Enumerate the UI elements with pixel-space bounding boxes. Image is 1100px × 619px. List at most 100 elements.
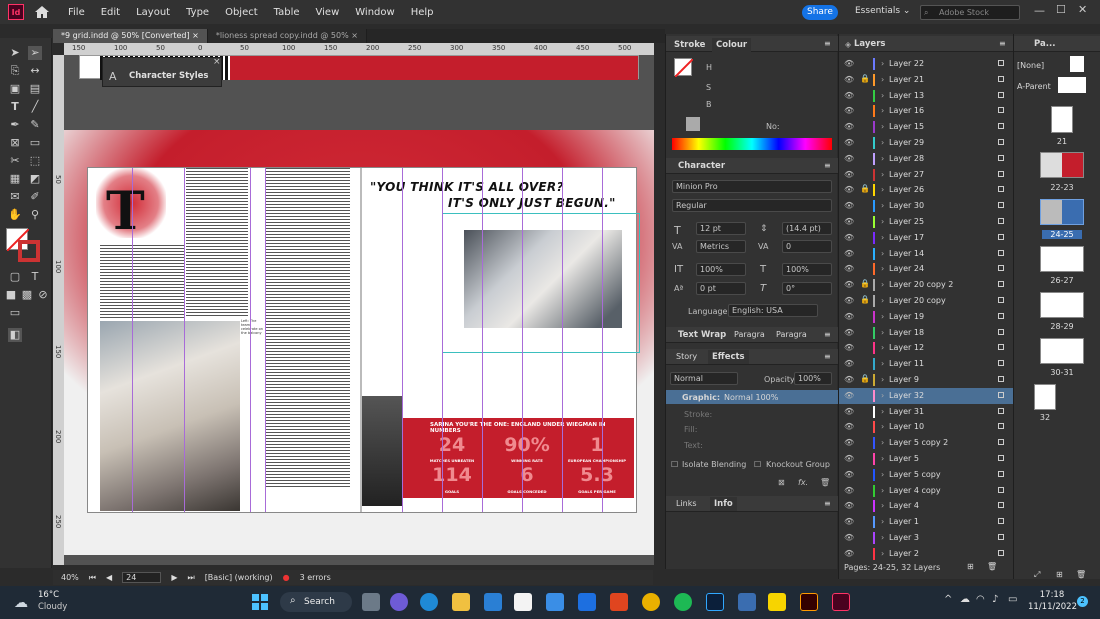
rectangle-frame-tool-icon[interactable]: ⊠ xyxy=(8,136,22,150)
left-page[interactable]: T Left: The team celebrate on the balcon… xyxy=(88,168,360,512)
tab-effects[interactable]: Effects xyxy=(708,350,749,364)
eye-icon[interactable]: 👁 xyxy=(844,359,854,368)
menu-help[interactable]: Help xyxy=(403,7,442,18)
menu-type[interactable]: Type xyxy=(178,7,217,18)
minimize-icon[interactable]: — xyxy=(1034,4,1045,17)
layer-target-square[interactable] xyxy=(998,360,1004,367)
chevron-right-icon[interactable]: › xyxy=(881,154,884,163)
battery-icon[interactable]: ▭ xyxy=(1008,594,1017,605)
panel-menu-icon[interactable]: ≡ xyxy=(824,499,831,508)
layer-row[interactable]: 👁 › Layer 32 xyxy=(839,387,1014,404)
layer-row[interactable]: 👁 › Layer 17 xyxy=(839,230,1014,246)
trash-icon[interactable]: 🗑 xyxy=(820,478,830,487)
layer-row[interactable]: 👁 🔒 › Layer 9 xyxy=(839,372,1014,388)
manager-cutout-photo[interactable] xyxy=(362,396,402,506)
weather-temp[interactable]: 16°C xyxy=(38,590,59,600)
page-32-thumb[interactable] xyxy=(1034,384,1056,410)
eyedropper-tool-icon[interactable]: ✐ xyxy=(28,190,42,204)
formatting-text-icon[interactable]: T xyxy=(28,270,42,284)
layer-target-square[interactable] xyxy=(998,139,1004,145)
chevron-right-icon[interactable]: › xyxy=(881,312,884,321)
skew-field[interactable]: 0° xyxy=(782,282,832,295)
colour-fill-swatch[interactable] xyxy=(674,58,694,78)
chevron-right-icon[interactable]: › xyxy=(881,106,884,115)
menu-window[interactable]: Window xyxy=(347,7,402,18)
layer-target-square[interactable] xyxy=(998,549,1004,556)
tab-9-grid[interactable]: *9 grid.indd @ 50% [Converted] × xyxy=(53,29,208,43)
tracking-field[interactable]: 0 xyxy=(782,240,832,253)
eye-icon[interactable]: 👁 xyxy=(844,233,854,242)
layer-target-square[interactable] xyxy=(998,265,1004,272)
a-parent[interactable]: A-Parent xyxy=(1017,82,1051,91)
dropbox-icon[interactable] xyxy=(578,593,596,611)
line-tool-icon[interactable]: ╱ xyxy=(28,100,42,114)
prev-page-icon[interactable]: ◀ xyxy=(106,573,112,582)
chevron-right-icon[interactable]: › xyxy=(881,343,884,352)
page-28-29-thumb[interactable] xyxy=(1040,292,1084,318)
layer-row[interactable]: 👁 › Layer 30 xyxy=(839,198,1014,214)
kerning-field[interactable]: Metrics xyxy=(696,240,746,253)
chevron-right-icon[interactable]: › xyxy=(881,138,884,147)
chevron-right-icon[interactable]: › xyxy=(881,217,884,226)
lock-icon[interactable]: 🔒 xyxy=(860,295,870,304)
layer-target-square[interactable] xyxy=(998,91,1004,98)
page-30-31-thumb[interactable] xyxy=(1040,338,1084,364)
indesign-taskbar-icon[interactable] xyxy=(832,593,850,611)
mail-icon[interactable] xyxy=(484,593,502,611)
character-styles-floating-panel[interactable]: A Character Styles × xyxy=(102,57,222,87)
eye-icon[interactable]: 👁 xyxy=(844,343,854,352)
eye-icon[interactable]: 👁 xyxy=(844,91,854,100)
fx-icon[interactable]: fx. xyxy=(798,478,808,487)
screen-mode-icon[interactable]: ▭ xyxy=(8,306,22,320)
eye-icon[interactable]: 👁 xyxy=(844,375,854,384)
tab-paragraph-styles[interactable]: Paragra xyxy=(776,330,807,339)
store-icon[interactable] xyxy=(546,593,564,611)
content-placer-icon[interactable]: ▤ xyxy=(28,82,42,96)
eye-icon[interactable]: 👁 xyxy=(844,296,854,305)
delete-page-icon[interactable]: 🗑 xyxy=(1076,570,1086,579)
page-21-thumb[interactable] xyxy=(1051,106,1073,133)
a-parent-thumb-right[interactable] xyxy=(1072,77,1086,93)
eye-icon[interactable]: 👁 xyxy=(844,170,854,179)
cloud-tray-icon[interactable]: ☁ xyxy=(960,594,970,605)
layer-target-square[interactable] xyxy=(998,328,1004,335)
vertical-scale-field[interactable]: 100% xyxy=(696,263,746,276)
tab-paragraph[interactable]: Paragra xyxy=(734,330,765,339)
layer-target-square[interactable] xyxy=(998,391,1004,398)
hand-tool-icon[interactable]: ✋ xyxy=(8,208,22,222)
layer-target-square[interactable] xyxy=(998,297,1004,303)
gradient-feather-tool-icon[interactable]: ◩ xyxy=(28,172,42,186)
clock-date[interactable]: 11/11/2022 xyxy=(1028,602,1077,612)
layer-row[interactable]: 👁 🔒 › Layer 26 xyxy=(839,182,1014,198)
apply-gradient-icon[interactable]: ▩ xyxy=(20,288,34,302)
eye-icon[interactable]: 👁 xyxy=(844,549,854,558)
leading-field[interactable]: (14.4 pt) xyxy=(782,222,832,235)
chevron-right-icon[interactable]: › xyxy=(881,185,884,194)
eye-icon[interactable]: 👁 xyxy=(844,138,854,147)
layer-row[interactable]: 👁 › Layer 3 xyxy=(839,530,1014,546)
tab-info[interactable]: Info xyxy=(710,497,737,511)
chevron-right-icon[interactable]: › xyxy=(881,359,884,368)
eye-icon[interactable]: 👁 xyxy=(844,185,854,194)
tab-story[interactable]: Story xyxy=(676,352,697,361)
layer-row[interactable]: 👁 › Layer 12 xyxy=(839,340,1014,356)
eye-icon[interactable]: 👁 xyxy=(844,454,854,463)
close-tab-icon[interactable]: × xyxy=(192,31,199,40)
content-collector-icon[interactable]: ▣ xyxy=(8,82,22,96)
none-parent-thumb[interactable] xyxy=(1070,56,1084,72)
eye-icon[interactable]: 👁 xyxy=(844,438,854,447)
rectangle-tool-icon[interactable]: ▭ xyxy=(28,136,42,150)
chevron-right-icon[interactable]: › xyxy=(881,91,884,100)
chevron-right-icon[interactable]: › xyxy=(881,407,884,416)
preflight-profile[interactable]: [Basic] (working) xyxy=(205,573,273,582)
layer-row[interactable]: 👁 › Layer 5 copy 2 xyxy=(839,435,1014,451)
edge-icon[interactable] xyxy=(420,593,438,611)
photoshop-icon[interactable] xyxy=(706,593,724,611)
spotify-icon[interactable] xyxy=(674,593,692,611)
font-size-field[interactable]: 12 pt xyxy=(696,222,746,235)
menu-object[interactable]: Object xyxy=(217,7,266,18)
chrome-icon[interactable] xyxy=(642,593,660,611)
delete-layer-icon[interactable]: 🗑 xyxy=(987,562,997,571)
opacity-field[interactable]: 100% xyxy=(794,372,832,385)
menu-file[interactable]: File xyxy=(60,7,93,18)
